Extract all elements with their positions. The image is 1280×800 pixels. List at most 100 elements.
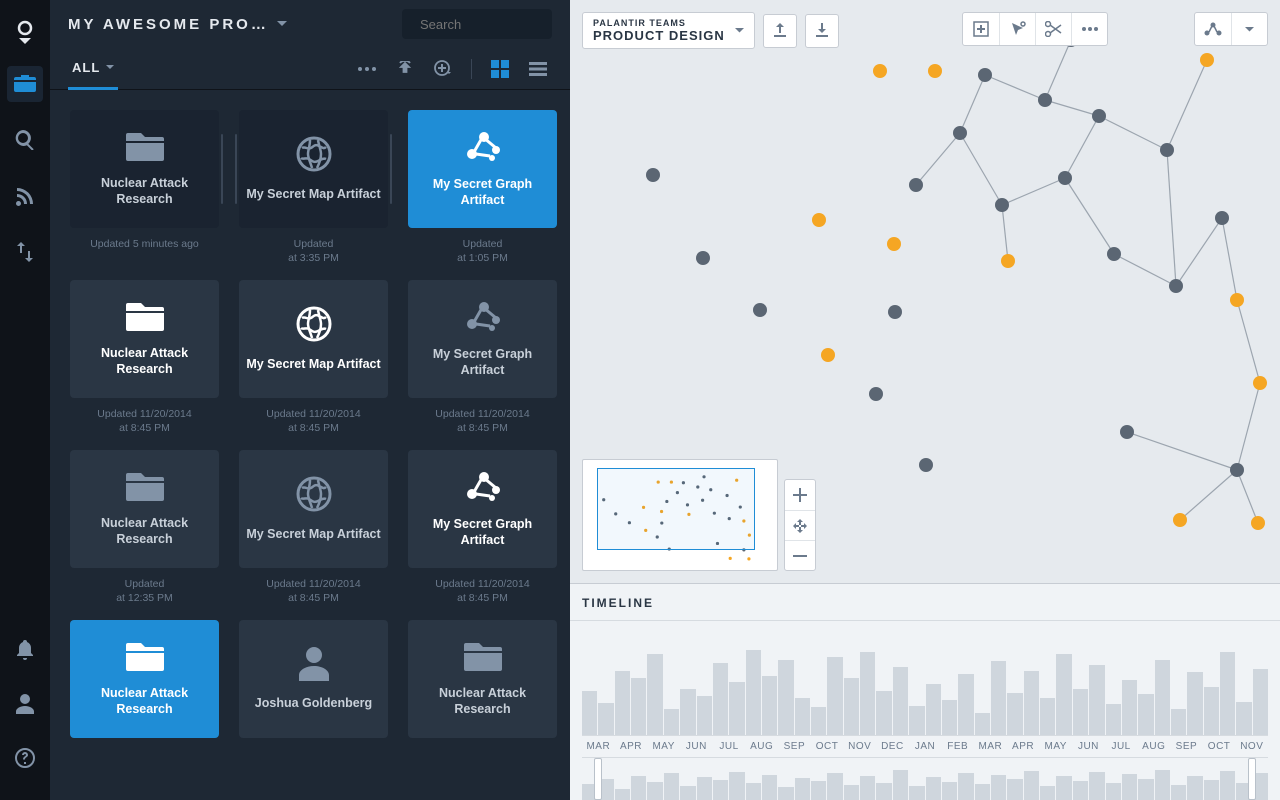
folder-icon (126, 471, 164, 506)
transfer-icon[interactable] (7, 234, 43, 270)
sidebar: MY AWESOME PRO… ALL Nuclear Attack Resea… (50, 0, 570, 800)
layout-tools (1194, 12, 1268, 46)
tile-card[interactable]: My Secret Map Artifact (239, 110, 388, 228)
tile-label: My Secret Map Artifact (246, 357, 380, 373)
tile-card[interactable]: Nuclear Attack Research (70, 620, 219, 738)
import-button[interactable] (805, 14, 839, 48)
zoom-controls (784, 479, 816, 571)
tile-card[interactable]: Nuclear Attack Research (70, 110, 219, 228)
breadcrumb[interactable]: PALANTIR TEAMS PRODUCT DESIGN (582, 12, 755, 49)
more-icon[interactable] (353, 55, 381, 83)
tile-card[interactable]: My Secret Graph Artifact (408, 280, 557, 398)
timeline-overview[interactable] (582, 758, 1268, 800)
folder-icon (126, 131, 164, 166)
tile-meta: Updatedat 12:35 PM (70, 578, 219, 606)
folder-icon (126, 641, 164, 676)
search-input[interactable] (402, 9, 552, 39)
globe-icon (296, 306, 332, 347)
export-button[interactable] (763, 14, 797, 48)
chevron-down-icon (735, 28, 744, 33)
grid-view-icon[interactable] (486, 55, 514, 83)
tile-meta: Updated 11/20/2014at 8:45 PM (408, 578, 557, 606)
graph-icon (464, 300, 502, 337)
tile-meta: Updated 11/20/2014at 8:45 PM (239, 408, 388, 436)
tile-meta: Updated 5 minutes ago (70, 238, 219, 266)
tile-card[interactable]: Nuclear Attack Research (70, 280, 219, 398)
timeline-bars[interactable] (582, 643, 1268, 735)
navigation-rail (0, 0, 50, 800)
graph-canvas[interactable] (570, 0, 1280, 583)
tile-meta (70, 748, 219, 776)
person-icon (299, 647, 329, 686)
tile-label: Nuclear Attack Research (76, 516, 213, 547)
main-pane: PALANTIR TEAMS PRODUCT DESIGN (570, 0, 1280, 800)
globe-icon (296, 136, 332, 177)
tile-meta: Updated 11/20/2014at 8:45 PM (239, 578, 388, 606)
tile-card[interactable]: Joshua Goldenberg (239, 620, 388, 738)
tile-label: Nuclear Attack Research (76, 346, 213, 377)
more-tools-icon[interactable] (1071, 13, 1107, 45)
mode-chevron-icon[interactable] (1231, 13, 1267, 45)
folder-icon (464, 641, 502, 676)
tile-card[interactable]: My Secret Map Artifact (239, 280, 388, 398)
globe-icon (296, 476, 332, 517)
tile-grid[interactable]: Nuclear Attack Research Updated 5 minutes… (50, 90, 570, 800)
tile-label: My Secret Graph Artifact (414, 347, 551, 378)
tile-label: My Secret Graph Artifact (414, 517, 551, 548)
tile-label: My Secret Graph Artifact (414, 177, 551, 208)
project-title-text: MY AWESOME PRO… (68, 16, 269, 33)
tile-card[interactable]: My Secret Graph Artifact (408, 450, 557, 568)
tile-meta: Updated 11/20/2014at 8:45 PM (408, 408, 557, 436)
zoom-in-button[interactable] (785, 480, 815, 510)
tile-meta: Updated 11/20/2014at 8:45 PM (70, 408, 219, 436)
tile-card[interactable]: Nuclear Attack Research (70, 450, 219, 568)
graph-mode-icon[interactable] (1195, 13, 1231, 45)
list-view-icon[interactable] (524, 55, 552, 83)
tab-label: ALL (72, 60, 100, 75)
add-node-icon[interactable] (963, 13, 999, 45)
tile-label: Joshua Goldenberg (255, 696, 372, 712)
scissors-icon[interactable] (1035, 13, 1071, 45)
timeline-handle-left[interactable] (594, 758, 602, 800)
feed-icon[interactable] (7, 178, 43, 214)
graph-tools (962, 12, 1108, 46)
folder-icon (126, 301, 164, 336)
user-icon[interactable] (7, 686, 43, 722)
project-title[interactable]: MY AWESOME PRO… (68, 16, 402, 33)
tile-meta: Updatedat 3:35 PM (239, 238, 388, 266)
tile-card[interactable]: My Secret Graph Artifact (408, 110, 557, 228)
tile-card[interactable]: Nuclear Attack Research (408, 620, 557, 738)
tile-label: Nuclear Attack Research (76, 176, 213, 207)
graph-icon (464, 130, 502, 167)
help-icon[interactable] (7, 740, 43, 776)
sub-toolbar: ALL (50, 48, 570, 90)
tile-label: My Secret Map Artifact (246, 527, 380, 543)
timeline-title: TIMELINE (570, 596, 1280, 621)
search-rail-icon[interactable] (7, 122, 43, 158)
chevron-down-icon (106, 65, 114, 70)
upload-icon[interactable] (391, 55, 419, 83)
logo-icon[interactable] (7, 14, 43, 50)
add-icon[interactable] (429, 55, 457, 83)
tab-all[interactable]: ALL (68, 48, 118, 90)
tile-label: My Secret Map Artifact (246, 187, 380, 203)
bell-icon[interactable] (7, 632, 43, 668)
tile-meta: Updatedat 1:05 PM (408, 238, 557, 266)
timeline-handle-right[interactable] (1248, 758, 1256, 800)
tile-label: Nuclear Attack Research (414, 686, 551, 717)
timeline-panel: TIMELINE MARAPRMAYJUNJULAUGSEPOCTNOVDECJ… (570, 583, 1280, 800)
tile-label: Nuclear Attack Research (76, 686, 213, 717)
zoom-fit-button[interactable] (785, 510, 815, 540)
cursor-icon[interactable] (999, 13, 1035, 45)
tile-meta (408, 748, 557, 776)
tile-card[interactable]: My Secret Map Artifact (239, 450, 388, 568)
graph-icon (464, 470, 502, 507)
breadcrumb-context: PALANTIR TEAMS (593, 18, 725, 28)
zoom-out-button[interactable] (785, 540, 815, 570)
minimap-viewport[interactable] (597, 468, 755, 550)
tile-meta (239, 748, 388, 776)
minimap[interactable] (582, 459, 778, 571)
briefcase-icon[interactable] (7, 66, 43, 102)
breadcrumb-title: PRODUCT DESIGN (593, 28, 725, 43)
chevron-down-icon (277, 21, 287, 27)
